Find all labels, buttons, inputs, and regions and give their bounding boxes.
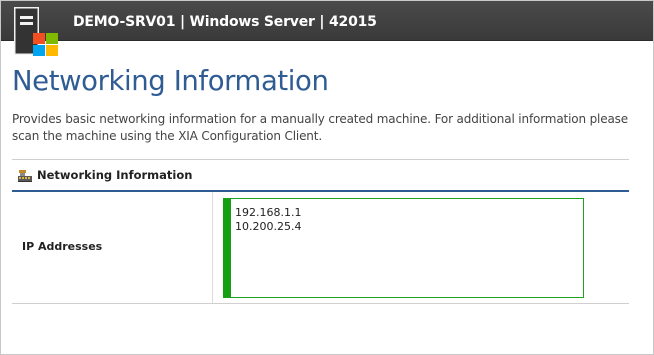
ip-address-item: 10.200.25.4 (235, 220, 302, 233)
ip-address-list: 192.168.1.1 10.200.25.4 (235, 206, 301, 234)
page-description: Provides basic networking information fo… (12, 112, 628, 143)
section-title: Networking Information (37, 168, 193, 182)
label-cell: IP Addresses (12, 192, 213, 303)
ip-address-item: 192.168.1.1 (235, 206, 302, 219)
info-table: IP Addresses 192.168.1.1 10.200.25.4 (12, 192, 629, 304)
server-windows-logo-icon (14, 7, 58, 56)
ip-addresses-value-box: 192.168.1.1 10.200.25.4 (223, 198, 584, 298)
header-title: DEMO-SRV01 | Windows Server | 42015 (73, 14, 377, 30)
divider (12, 159, 629, 160)
page-title: Networking Information (12, 65, 329, 97)
page-frame: DEMO-SRV01 | Windows Server | 42015 Netw… (0, 0, 654, 355)
section-header: Networking Information (12, 163, 629, 192)
header-bar: DEMO-SRV01 | Windows Server | 42015 (1, 1, 653, 41)
network-card-icon (18, 170, 32, 182)
ip-addresses-label: IP Addresses (22, 240, 103, 253)
